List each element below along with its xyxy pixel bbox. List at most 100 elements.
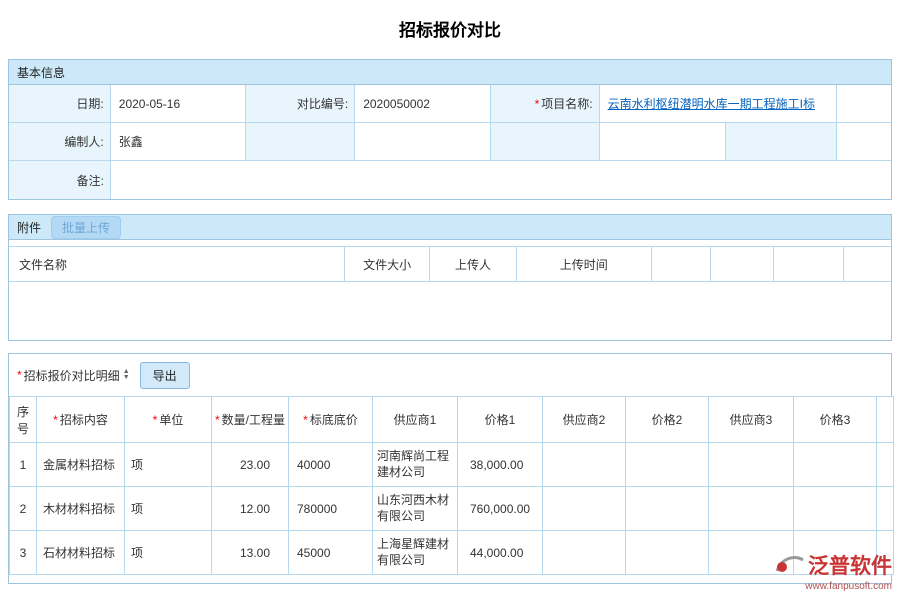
cell-price2 (626, 531, 709, 575)
author-label-cell: 编制人: (9, 123, 111, 160)
empty-label-cell (491, 123, 600, 160)
table-row: 1 金属材料招标 项 23.00 40000 河南辉尚工程建材公司 38,000… (10, 443, 894, 487)
col-price3-label: 价格3 (820, 413, 851, 427)
empty-header-cell (774, 247, 844, 281)
attachments-section-header: 附件 批量上传 (9, 215, 891, 240)
cell-supplier2 (543, 443, 626, 487)
date-label-cell: 日期: (9, 85, 111, 122)
upload-time-header: 上传时间 (517, 247, 652, 281)
author-value: 张鑫 (119, 133, 143, 150)
table-row: 3 石材材料招标 项 13.00 45000 上海星辉建材有限公司 44,000… (10, 531, 894, 575)
export-button[interactable]: 导出 (140, 362, 190, 389)
cell-content: 石材材料招标 (37, 531, 125, 575)
attachments-section: 附件 批量上传 文件名称 文件大小 上传人 上传时间 (8, 214, 892, 341)
file-name-header: 文件名称 (9, 247, 345, 281)
empty-header-cell (652, 247, 712, 281)
date-value: 2020-05-16 (119, 97, 180, 111)
author-value-cell: 张鑫 (111, 123, 247, 160)
cell-base-price: 40000 (289, 443, 373, 487)
cell-price1: 44,000.00 (458, 531, 543, 575)
col-supplier3-label: 供应商3 (730, 413, 773, 427)
uploader-header-label: 上传人 (455, 256, 491, 273)
basic-info-section-header: 基本信息 (9, 60, 891, 85)
upload-time-header-label: 上传时间 (560, 256, 608, 273)
date-label: 日期: (76, 95, 103, 112)
cell-price2 (626, 487, 709, 531)
col-base-price: *标底底价 (289, 397, 373, 443)
fanpu-logo-text: 泛普软件 (808, 550, 892, 580)
file-name-header-label: 文件名称 (19, 256, 67, 273)
remark-label: 备注: (77, 172, 104, 189)
empty-label-cell (726, 123, 837, 160)
col-price3: 价格3 (794, 397, 877, 443)
col-seq: 序号 (10, 397, 37, 443)
col-unit: *单位 (125, 397, 212, 443)
compare-no-value: 2020050002 (363, 97, 430, 111)
table-row: 2 木材材料招标 项 12.00 780000 山东河西木材有限公司 760,0… (10, 487, 894, 531)
fanpu-logo: 泛普软件 www.fanpusoft.com (774, 550, 892, 592)
cell-content: 金属材料招标 (37, 443, 125, 487)
cell-base-price: 45000 (289, 531, 373, 575)
detail-bottom-spacer (9, 575, 891, 583)
empty-header-cell (844, 247, 891, 281)
basic-info-title: 基本信息 (17, 64, 65, 81)
form-row-2: 编制人: 张鑫 (9, 123, 891, 161)
empty-label-cell (246, 123, 355, 160)
cell-supplier1: 山东河西木材有限公司 (373, 487, 458, 531)
cell-price3 (794, 487, 877, 531)
col-supplier2: 供应商2 (543, 397, 626, 443)
fanpu-logo-icon (774, 552, 804, 579)
project-name-label: 项目名称: (541, 95, 592, 112)
compare-no-value-cell: 2020050002 (355, 85, 491, 122)
compare-no-label: 对比编号: (297, 95, 348, 112)
col-supplier1-label: 供应商1 (394, 413, 437, 427)
project-name-link[interactable]: 云南水利枢纽潜明水库一期工程施工I标 (608, 95, 815, 112)
attachments-title: 附件 (17, 219, 41, 236)
uploader-header: 上传人 (430, 247, 517, 281)
cell-supplier1: 上海星辉建材有限公司 (373, 531, 458, 575)
date-value-cell: 2020-05-16 (111, 85, 247, 122)
page-title: 招标报价对比 (0, 0, 900, 59)
cell-content: 木材材料招标 (37, 487, 125, 531)
col-qty-label: 数量/工程量 (222, 413, 285, 427)
form-row-3: 备注: (9, 161, 891, 199)
remark-label-cell: 备注: (9, 161, 111, 199)
sort-down-icon: ▼ (123, 375, 130, 381)
col-trailing (877, 397, 894, 443)
remark-value-cell (111, 161, 891, 199)
attachments-empty-body (9, 282, 891, 340)
required-mark: * (17, 368, 22, 382)
empty-header-cell (711, 247, 774, 281)
author-label: 编制人: (64, 133, 103, 150)
required-mark: * (535, 97, 540, 111)
sort-spinner-icon[interactable]: ▲ ▼ (123, 369, 130, 381)
col-qty: *数量/工程量 (212, 397, 289, 443)
cell-unit: 项 (125, 487, 212, 531)
cell-supplier2 (543, 487, 626, 531)
col-price1: 价格1 (458, 397, 543, 443)
attachments-table-header: 文件名称 文件大小 上传人 上传时间 (9, 246, 891, 282)
cell-qty: 13.00 (212, 531, 289, 575)
detail-section: * 招标报价对比明细 ▲ ▼ 导出 序号 *招标内容 *单位 *数量/工程量 *… (8, 353, 892, 584)
file-size-header: 文件大小 (345, 247, 430, 281)
col-supplier1: 供应商1 (373, 397, 458, 443)
required-mark: * (215, 413, 220, 427)
cell-trailing (877, 487, 894, 531)
cell-supplier3 (709, 487, 794, 531)
empty-cell (837, 123, 891, 160)
cell-base-price: 780000 (289, 487, 373, 531)
col-supplier2-label: 供应商2 (563, 413, 606, 427)
empty-cell (837, 85, 891, 122)
fanpu-website: www.fanpusoft.com (774, 581, 892, 592)
batch-upload-button[interactable]: 批量上传 (51, 216, 121, 239)
cell-unit: 项 (125, 531, 212, 575)
required-mark: * (303, 413, 308, 427)
col-base-price-label: 标底底价 (310, 413, 358, 427)
cell-price1: 38,000.00 (458, 443, 543, 487)
form-row-1: 日期: 2020-05-16 对比编号: 2020050002 * 项目名称: … (9, 85, 891, 123)
detail-title: 招标报价对比明细 (24, 367, 120, 384)
cell-qty: 23.00 (212, 443, 289, 487)
cell-trailing (877, 443, 894, 487)
file-size-header-label: 文件大小 (363, 256, 411, 273)
compare-no-label-cell: 对比编号: (246, 85, 355, 122)
